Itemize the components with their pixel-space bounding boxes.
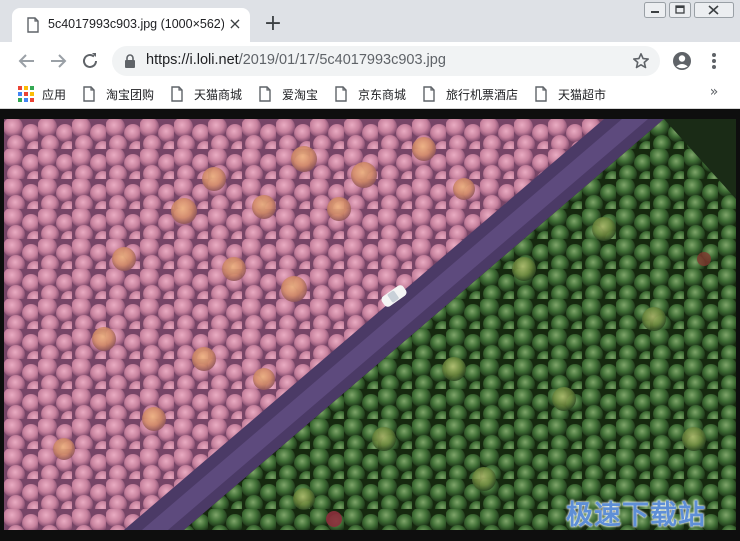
bookmark-page-icon: [259, 86, 271, 102]
close-icon[interactable]: ×: [226, 15, 244, 33]
bookmark-page-icon: [335, 86, 347, 102]
star-icon[interactable]: [632, 52, 650, 70]
aerial-forest-image: [4, 119, 736, 530]
reload-icon[interactable]: [79, 50, 101, 72]
watermark-text: 极速下载站: [566, 500, 706, 531]
restore-icon[interactable]: [669, 2, 691, 18]
tab-strip: 5c4017993c903.jpg (1000×562) × +: [0, 0, 740, 42]
bookmark-item[interactable]: 爱淘宝: [258, 85, 324, 103]
bookmark-item[interactable]: 京东商城: [334, 85, 414, 103]
tab-title: 5c4017993c903.jpg (1000×562): [48, 17, 224, 31]
bookmark-label: 淘宝团购: [106, 88, 155, 102]
lock-icon: [125, 54, 135, 68]
browser-toolbar: https://i.loli.net/2019/01/17/5c4017993c…: [0, 42, 740, 80]
bookmark-page-icon: [171, 86, 183, 102]
page-icon: [27, 17, 39, 33]
plus-icon[interactable]: +: [262, 13, 284, 35]
url-text[interactable]: https://i.loli.net/2019/01/17/5c4017993c…: [146, 52, 446, 70]
window-close-icon[interactable]: [694, 2, 734, 18]
bookmark-label: 应用: [42, 88, 67, 102]
bookmark-page-icon: [423, 86, 435, 102]
bookmark-label: 天猫商城: [194, 88, 243, 102]
minimize-icon[interactable]: [644, 2, 666, 18]
bookmark-item[interactable]: 天猫超市: [534, 85, 614, 103]
bookmark-label: 天猫超市: [558, 88, 607, 102]
url-host: https://i.loli.net: [146, 52, 239, 68]
page-content: 极速下载站: [0, 109, 740, 541]
bookmark-label: 旅行机票酒店: [446, 88, 519, 102]
kebab-menu-icon[interactable]: [706, 50, 722, 72]
bookmark-label: 京东商城: [358, 88, 407, 102]
bookmark-item[interactable]: 旅行机票酒店: [422, 85, 526, 103]
address-bar[interactable]: https://i.loli.net/2019/01/17/5c4017993c…: [112, 46, 660, 76]
bookmark-page-icon: [535, 86, 547, 102]
bookmark-item[interactable]: 淘宝团购: [82, 85, 162, 103]
profile-icon[interactable]: [672, 51, 692, 71]
chevron-double-right-icon[interactable]: »: [706, 84, 722, 102]
bookmark-label: 爱淘宝: [282, 88, 319, 102]
bookmarks-bar: 应用 淘宝团购 天猫商城 爱淘宝 京东商城 旅行机票酒店 天猫超市 »: [0, 80, 740, 109]
bookmark-apps[interactable]: 应用: [18, 85, 70, 103]
active-tab[interactable]: 5c4017993c903.jpg (1000×562) ×: [12, 8, 250, 42]
bookmark-item[interactable]: 天猫商城: [170, 85, 250, 103]
apps-grid-icon: [18, 86, 34, 102]
bookmark-page-icon: [83, 86, 95, 102]
forward-arrow-icon[interactable]: [47, 50, 69, 72]
url-path: /2019/01/17/5c4017993c903.jpg: [238, 52, 446, 68]
back-arrow-icon[interactable]: [16, 50, 38, 72]
